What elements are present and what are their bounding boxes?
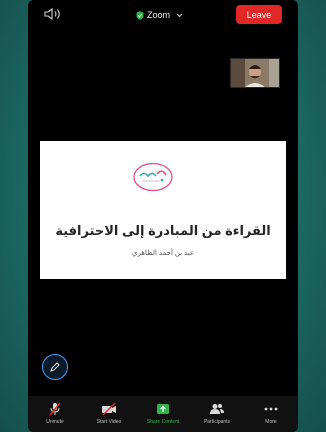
participants-label: Participants bbox=[203, 419, 231, 425]
leave-button[interactable]: Leave bbox=[236, 5, 282, 24]
top-bar: Zoom Leave bbox=[28, 0, 298, 30]
share-content-button[interactable]: Share Content bbox=[138, 402, 188, 425]
reading-logo-icon bbox=[133, 162, 173, 192]
start-video-label: Start Video bbox=[96, 419, 122, 425]
meeting-title: Zoom bbox=[147, 10, 171, 20]
more-label: More bbox=[265, 419, 277, 425]
participant-video-thumbnail[interactable] bbox=[230, 58, 280, 88]
participants-icon bbox=[210, 404, 224, 414]
slide-author: عبد بن أحمد الظاهري bbox=[131, 250, 195, 257]
unmute-button[interactable]: Unmute bbox=[30, 402, 80, 425]
slide-title: القراءة من المبادرة إلى الاحترافية bbox=[55, 223, 271, 238]
meeting-title-dropdown[interactable]: Zoom bbox=[136, 8, 183, 22]
speaker-icon[interactable] bbox=[44, 7, 62, 21]
pencil-icon bbox=[50, 362, 60, 372]
participant-avatar bbox=[231, 59, 279, 87]
participants-button[interactable]: Participants bbox=[192, 402, 242, 425]
shared-slide: القراءة من المبادرة إلى الاحترافية عبد ب… bbox=[40, 141, 286, 279]
chevron-down-icon bbox=[176, 13, 183, 17]
mic-muted-icon bbox=[49, 402, 61, 416]
meeting-toolbar: Unmute Start Video Share Content Partici… bbox=[28, 396, 298, 432]
unmute-label: Unmute bbox=[46, 419, 64, 425]
zoom-mobile-window: Zoom Leave القراءة من المبادرة إلى الاحت… bbox=[28, 0, 298, 432]
more-button[interactable]: More bbox=[246, 402, 296, 425]
share-icon bbox=[157, 404, 169, 414]
share-content-label: Share Content bbox=[146, 419, 180, 425]
annotate-button[interactable] bbox=[42, 354, 68, 380]
start-video-button[interactable]: Start Video bbox=[84, 402, 134, 425]
shield-check-icon bbox=[136, 10, 144, 20]
more-icon bbox=[264, 407, 278, 411]
video-off-icon bbox=[102, 402, 116, 416]
